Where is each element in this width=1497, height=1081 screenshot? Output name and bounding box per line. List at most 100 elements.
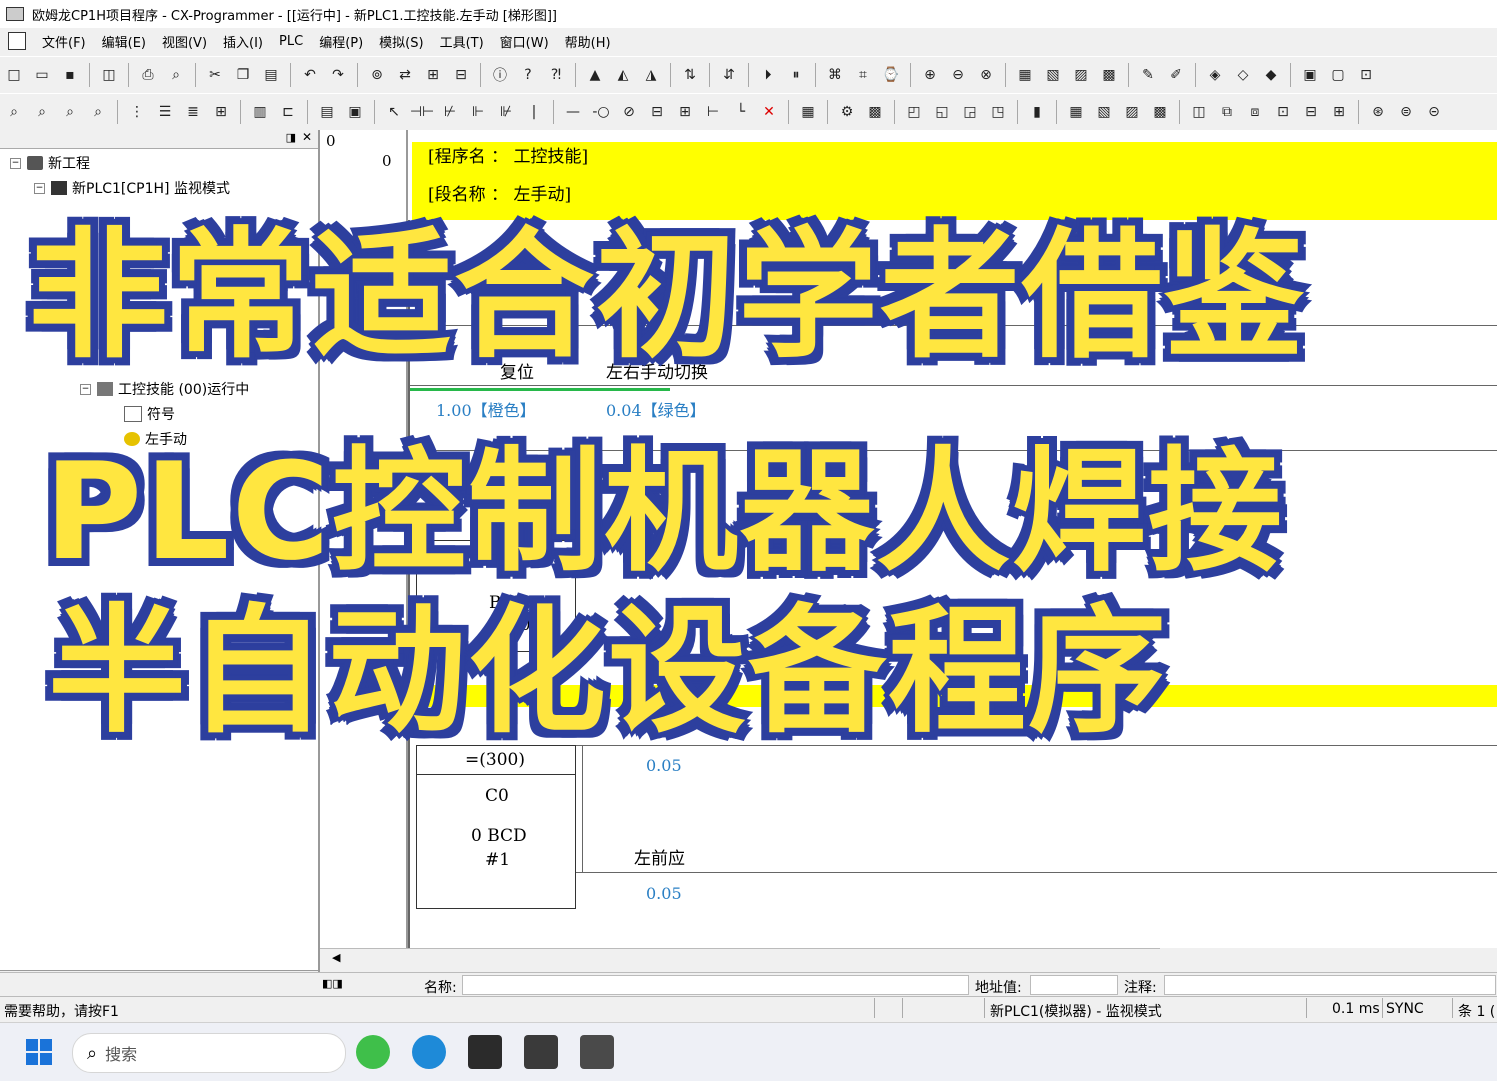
comment-field[interactable] bbox=[1164, 975, 1496, 995]
view4-icon[interactable]: ⊡ bbox=[1273, 102, 1293, 122]
view2-icon[interactable]: ⧉ bbox=[1217, 102, 1237, 122]
diff-icon[interactable]: ◰ bbox=[904, 102, 924, 122]
print-preview-icon[interactable]: ◫ bbox=[99, 65, 119, 85]
menu-file[interactable]: 文件(F) bbox=[34, 32, 94, 51]
address-ref-icon[interactable]: ⊟ bbox=[451, 65, 471, 85]
contact-no-icon[interactable]: ⊣⊢ bbox=[410, 102, 434, 122]
window3-icon[interactable]: ⊡ bbox=[1356, 65, 1376, 85]
info-icon[interactable]: ⓘ bbox=[490, 65, 510, 85]
menu-help[interactable]: 帮助(H) bbox=[557, 32, 619, 51]
sim3-icon[interactable]: ◆ bbox=[1261, 65, 1281, 85]
tree-plc[interactable]: − 新PLC1[CP1H] 监视模式 bbox=[34, 177, 230, 199]
copy-icon[interactable]: ❐ bbox=[233, 65, 253, 85]
collapse-icon[interactable]: − bbox=[10, 157, 21, 169]
select-icon[interactable]: ↖ bbox=[384, 102, 404, 122]
monitor-icon[interactable]: ◭ bbox=[613, 65, 633, 85]
monitor-diff-icon[interactable]: ◮ bbox=[641, 65, 661, 85]
menu-insert[interactable]: 插入(I) bbox=[215, 32, 271, 51]
view-icon[interactable]: ◫ bbox=[1189, 102, 1209, 122]
collapse-icon[interactable]: − bbox=[80, 383, 91, 395]
set-value2-icon[interactable]: ▧ bbox=[1043, 65, 1063, 85]
program-check-icon[interactable]: ▦ bbox=[798, 102, 818, 122]
wire-icon[interactable]: └ bbox=[731, 102, 751, 122]
menu-view[interactable]: 视图(V) bbox=[154, 32, 215, 51]
close-icon[interactable]: ✕ bbox=[302, 130, 312, 144]
ladder-icon[interactable]: ▥ bbox=[250, 102, 270, 122]
plc-info-icon[interactable]: ⌗ bbox=[853, 65, 873, 85]
counter-compare-box[interactable]: =(300) C0 0 BCD #1 bbox=[416, 745, 576, 909]
mdi-window-icon[interactable] bbox=[8, 32, 26, 50]
menu-tools[interactable]: 工具(T) bbox=[432, 32, 492, 51]
view6-icon[interactable]: ⊞ bbox=[1329, 102, 1349, 122]
contact-nc-icon[interactable]: ⊬ bbox=[440, 102, 460, 122]
cx-programmer-icon[interactable] bbox=[468, 1035, 502, 1069]
online-edit2-icon[interactable]: ✐ bbox=[1166, 65, 1186, 85]
delete-icon[interactable]: ✕ bbox=[759, 102, 779, 122]
grid-icon[interactable]: ⋮ bbox=[127, 102, 147, 122]
window-icon[interactable]: ▣ bbox=[1300, 65, 1320, 85]
start-button[interactable] bbox=[22, 1035, 56, 1069]
help-icon[interactable]: ? bbox=[518, 65, 538, 85]
new-icon[interactable]: □ bbox=[4, 65, 24, 85]
memory-icon[interactable]: ▮ bbox=[1027, 102, 1047, 122]
vertical-line-icon[interactable]: | bbox=[524, 102, 544, 122]
instruction2-icon[interactable]: ⊞ bbox=[675, 102, 695, 122]
menu-edit[interactable]: 编辑(E) bbox=[94, 32, 154, 51]
set-value4-icon[interactable]: ▩ bbox=[1099, 65, 1119, 85]
taskbar-search[interactable]: ⌕ 搜索 bbox=[72, 1033, 346, 1073]
cut-icon[interactable]: ✂ bbox=[205, 65, 225, 85]
undo-icon[interactable]: ↶ bbox=[300, 65, 320, 85]
open-icon[interactable]: ▭ bbox=[32, 65, 52, 85]
cx-simulator-icon[interactable] bbox=[524, 1035, 558, 1069]
address-field[interactable] bbox=[1030, 975, 1118, 995]
edge-icon[interactable] bbox=[412, 1035, 446, 1069]
nav-left-icon[interactable]: ◧◨ bbox=[322, 977, 343, 990]
menu-window[interactable]: 窗口(W) bbox=[492, 32, 557, 51]
sim-icon[interactable]: ◈ bbox=[1205, 65, 1225, 85]
branch-icon[interactable]: ⊢ bbox=[703, 102, 723, 122]
context-help-icon[interactable]: ⁈ bbox=[546, 65, 566, 85]
io-table-icon[interactable]: ▦ bbox=[1066, 102, 1086, 122]
forced-on-icon[interactable]: ⊕ bbox=[920, 65, 940, 85]
online-edit-icon[interactable]: ✎ bbox=[1138, 65, 1158, 85]
set-value3-icon[interactable]: ▨ bbox=[1071, 65, 1091, 85]
find-file-icon[interactable]: ⌕ bbox=[166, 65, 186, 85]
stl-icon[interactable]: ⊏ bbox=[278, 102, 298, 122]
zoom-in-icon[interactable]: ⌕ bbox=[32, 102, 52, 122]
coil-icon[interactable]: -○ bbox=[591, 102, 611, 122]
tree-root[interactable]: − 新工程 bbox=[10, 152, 90, 174]
view5-icon[interactable]: ⊟ bbox=[1301, 102, 1321, 122]
paste-icon[interactable]: ▤ bbox=[261, 65, 281, 85]
compile-all-icon[interactable]: ▩ bbox=[865, 102, 885, 122]
instruction-icon[interactable]: ⊟ bbox=[647, 102, 667, 122]
binoculars-icon[interactable]: ⊚ bbox=[367, 65, 387, 85]
save-icon[interactable]: ▪ bbox=[60, 65, 80, 85]
name-field[interactable] bbox=[462, 975, 969, 995]
compile-icon[interactable]: ⚙ bbox=[837, 102, 857, 122]
redo-icon[interactable]: ↷ bbox=[328, 65, 348, 85]
set-value-icon[interactable]: ▦ bbox=[1015, 65, 1035, 85]
menu-simulate[interactable]: 模拟(S) bbox=[371, 32, 431, 51]
menu-plc[interactable]: PLC bbox=[271, 34, 311, 49]
io-table4-icon[interactable]: ▩ bbox=[1150, 102, 1170, 122]
online-icon[interactable]: ▲ bbox=[585, 65, 605, 85]
diff2-icon[interactable]: ◱ bbox=[932, 102, 952, 122]
coil-nc-icon[interactable]: ⊘ bbox=[619, 102, 639, 122]
view3-icon[interactable]: ⧈ bbox=[1245, 102, 1265, 122]
network3-icon[interactable]: ⊝ bbox=[1424, 102, 1444, 122]
list-icon[interactable]: ≣ bbox=[183, 102, 203, 122]
pause-icon[interactable]: ⏸ bbox=[786, 65, 806, 85]
window2-icon[interactable]: ▢ bbox=[1328, 65, 1348, 85]
plc-clock-icon[interactable]: ⌚ bbox=[881, 65, 901, 85]
plc-mode-icon[interactable]: ⌘ bbox=[825, 65, 845, 85]
transfer-icon[interactable]: ⇅ bbox=[680, 65, 700, 85]
menu-program[interactable]: 编程(P) bbox=[311, 32, 371, 51]
run-icon[interactable]: ⏵ bbox=[758, 65, 778, 85]
horizontal-scrollbar[interactable]: ◀ bbox=[320, 948, 1160, 969]
io-table3-icon[interactable]: ▨ bbox=[1122, 102, 1142, 122]
ct-icon[interactable]: ▣ bbox=[345, 102, 365, 122]
remote-desktop-icon[interactable] bbox=[580, 1035, 614, 1069]
contact-or-icon[interactable]: ⊩ bbox=[468, 102, 488, 122]
collapse-icon[interactable]: − bbox=[34, 182, 45, 194]
forced-cancel-icon[interactable]: ⊗ bbox=[976, 65, 996, 85]
